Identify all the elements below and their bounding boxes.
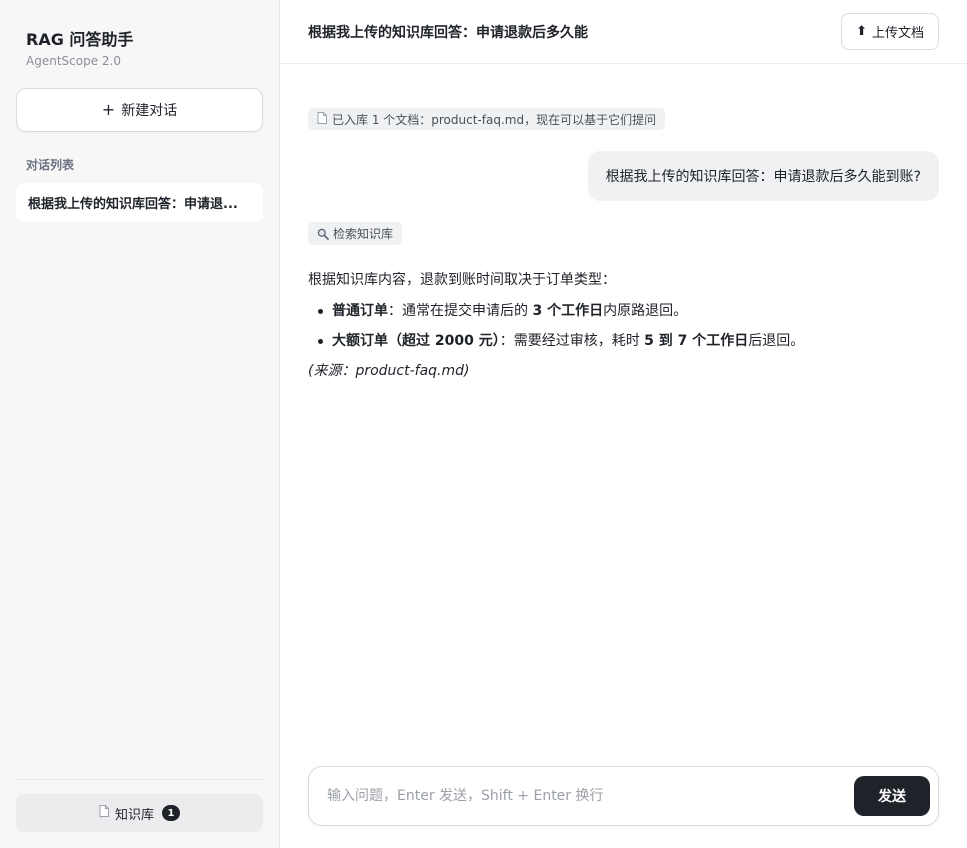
user-message: 根据我上传的知识库回答：申请退款后多久能到账? <box>587 151 939 201</box>
tool-call-label: 检索知识库 <box>333 227 394 241</box>
chat-header: 根据我上传的知识库回答：申请退款后多久能 ⬆ 上传文档 <box>280 0 967 64</box>
message-composer: 发送 <box>308 766 939 826</box>
knowledge-base-button[interactable]: 知识库 1 <box>16 794 263 832</box>
list-item: 大额订单（超过 2000 元）：需要经过审核，耗时 5 到 7 个工作日后退回。 <box>318 331 939 351</box>
bullet-text: 需要经过审核，耗时 <box>513 333 645 349</box>
ingest-notice-text: 已入库 1 个文档：product-faq.md，现在可以基于它们提问 <box>332 112 657 127</box>
conversation-list-label: 对话列表 <box>26 158 75 172</box>
answer-source: (来源：product-faq.md) <box>308 363 470 379</box>
new-chat-button[interactable]: + 新建对话 <box>16 88 263 132</box>
user-message-row: 根据我上传的知识库回答：申请退款后多久能到账? <box>308 151 939 201</box>
app-title: RAG 问答助手 <box>26 30 134 49</box>
upload-label: 上传文档 <box>871 26 924 41</box>
conversation-header-title: 根据我上传的知识库回答：申请退款后多久能 <box>308 24 588 41</box>
bullet-text-end: 内原路退回。 <box>603 303 688 319</box>
search-icon <box>317 228 329 240</box>
brand: RAG 问答助手 AgentScope 2.0 <box>16 0 263 68</box>
bullet-label: 普通订单 <box>332 303 388 319</box>
send-button[interactable]: 发送 <box>854 776 930 816</box>
bullet-text-end: 后退回。 <box>748 333 805 349</box>
bullet-text: 通常在提交申请后的 <box>402 303 533 319</box>
chat-area: 已入库 1 个文档：product-faq.md，现在可以基于它们提问 根据我上… <box>280 64 967 848</box>
bullet-emphasis: 3 个工作日 <box>532 303 604 319</box>
upload-arrow-icon: ⬆ <box>856 24 867 39</box>
main-panel: 根据我上传的知识库回答：申请退款后多久能 ⬆ 上传文档 已入库 1 个文档：pr… <box>280 0 967 848</box>
message-input[interactable] <box>327 788 854 804</box>
list-item: 普通订单：通常在提交申请后的 3 个工作日内原路退回。 <box>318 301 939 321</box>
answer-list: 普通订单：通常在提交申请后的 3 个工作日内原路退回。 大额订单（超过 2000… <box>308 301 939 351</box>
plus-icon: + <box>101 100 116 119</box>
new-chat-label: 新建对话 <box>121 103 178 119</box>
conversation-item[interactable]: 根据我上传的知识库回答：申请退... <box>16 183 263 222</box>
conversation-title: 根据我上传的知识库回答：申请退... <box>28 197 238 212</box>
sidebar-footer: 知识库 1 <box>16 779 263 848</box>
knowledge-base-count-badge: 1 <box>162 805 180 821</box>
answer-intro: 根据知识库内容，退款到账时间取决于订单类型： <box>308 272 616 288</box>
ingest-notice: 已入库 1 个文档：product-faq.md，现在可以基于它们提问 <box>308 108 666 130</box>
upload-document-button[interactable]: ⬆ 上传文档 <box>841 13 939 50</box>
assistant-answer: 根据知识库内容，退款到账时间取决于订单类型： 普通订单：通常在提交申请后的 3 … <box>308 270 939 381</box>
knowledge-base-label: 知识库 <box>114 807 154 823</box>
bullet-separator: ： <box>499 333 514 349</box>
tool-call-tag[interactable]: 检索知识库 <box>308 222 403 245</box>
bullet-emphasis: 5 到 7 个工作日 <box>644 333 749 349</box>
bullet-separator: ： <box>388 303 402 319</box>
document-icon <box>317 111 327 127</box>
app-subtitle: AgentScope 2.0 <box>26 54 121 68</box>
sidebar: RAG 问答助手 AgentScope 2.0 + 新建对话 对话列表 根据我上… <box>0 0 280 848</box>
document-icon <box>99 805 109 821</box>
bullet-label: 大额订单（超过 2000 元） <box>332 333 500 349</box>
